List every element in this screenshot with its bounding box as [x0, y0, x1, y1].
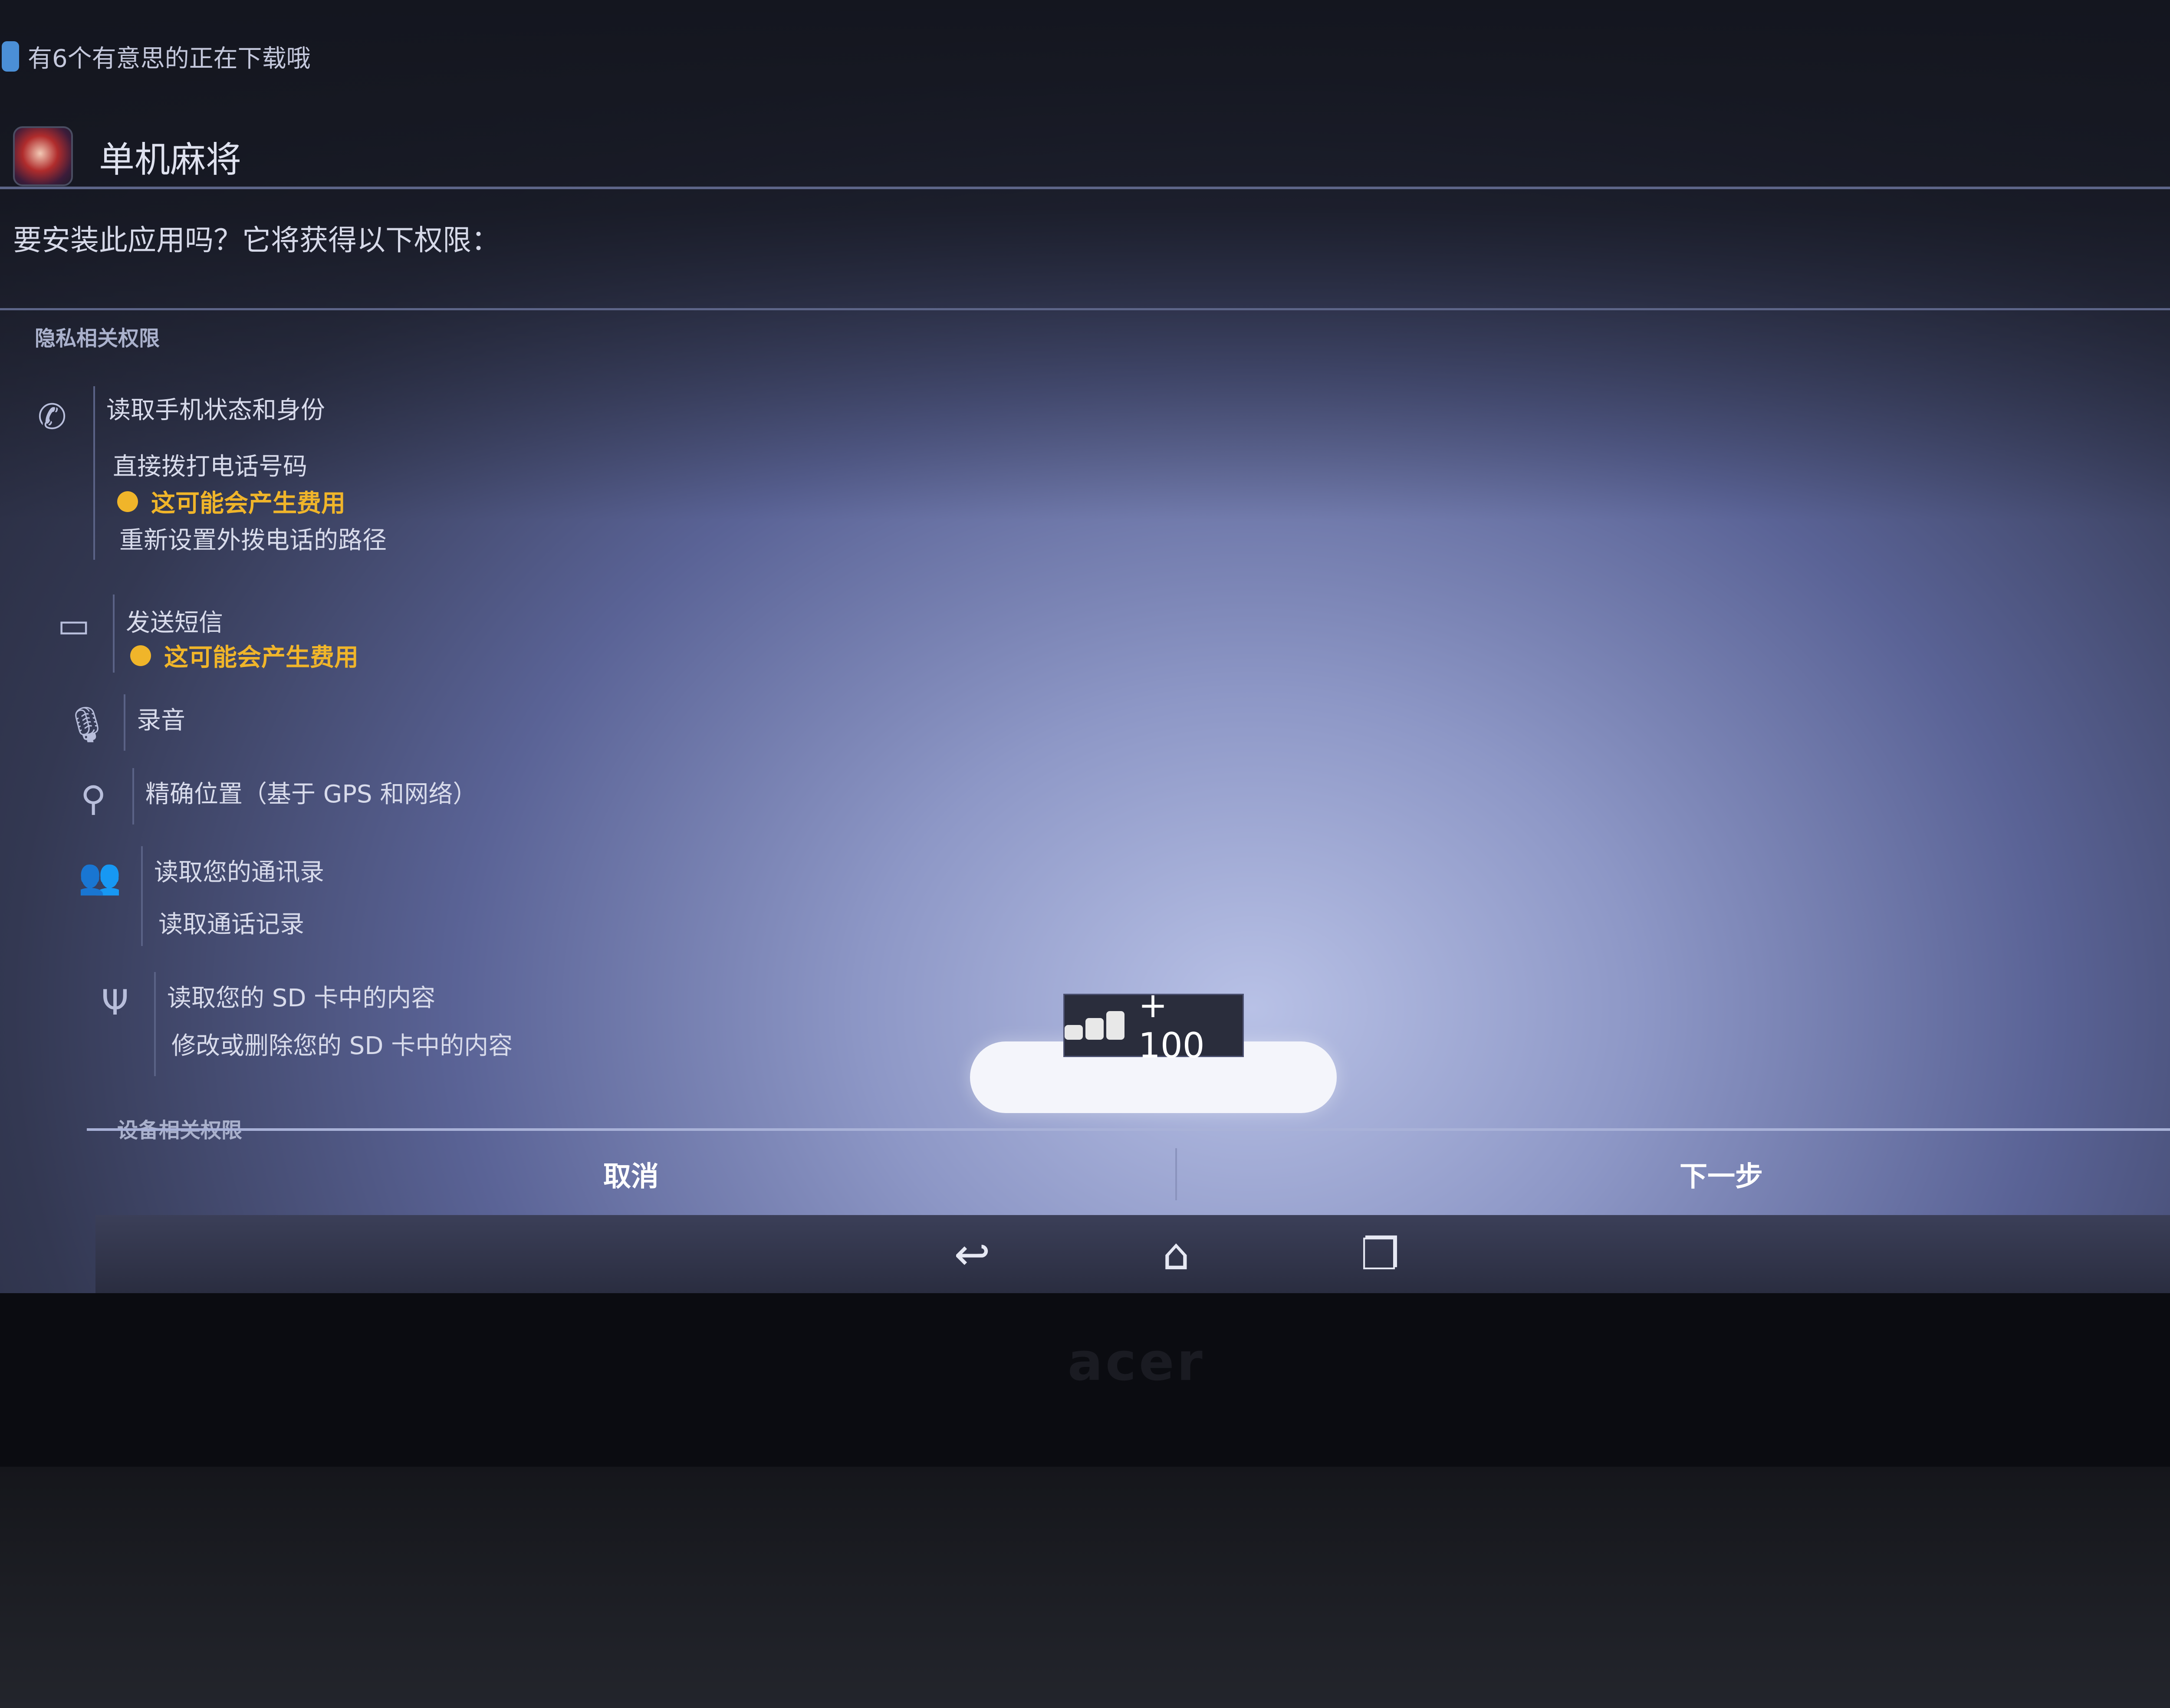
perm-cost-warning: 这可能会产生费用 — [117, 484, 345, 519]
perm-read-call-log: 读取通话记录 — [158, 910, 304, 939]
coin-warning-icon — [130, 645, 151, 666]
back-icon[interactable]: ↩ — [940, 1228, 1005, 1280]
coin-warning-icon — [117, 491, 138, 512]
perm-read-phone-state: 读取手机状态和身份 — [106, 396, 325, 424]
notification-text: 有6个有意思的正在下载哦 — [28, 44, 311, 73]
group-line — [124, 694, 125, 751]
group-line — [141, 846, 143, 946]
navigation-bar: ↩ ⌂ ❐ — [95, 1215, 2170, 1293]
next-button[interactable]: 下一步 — [1177, 1131, 2170, 1218]
group-line — [113, 595, 115, 673]
phone-icon: ✆ — [37, 396, 67, 437]
perm-reroute-calls: 重新设置外拨电话的路径 — [119, 526, 387, 555]
perm-cost-warning: 这可能会产生费用 — [130, 638, 358, 673]
cost-warning-text: 这可能会产生费用 — [151, 489, 345, 518]
prompt-divider — [0, 308, 2170, 310]
group-line — [154, 972, 156, 1076]
cancel-button[interactable]: 取消 — [87, 1131, 1175, 1218]
perm-send-sms: 发送短信 — [126, 609, 223, 637]
download-notification-icon — [2, 41, 19, 72]
perm-read-contacts: 读取您的通讯录 — [154, 858, 324, 887]
device-screen: 有6个有意思的正在下载哦 单机麻将 要安装此应用吗？它将获得以下权限： 隐私相关… — [0, 0, 2170, 1293]
reward-popup: + 100 — [1063, 985, 1244, 1066]
group-line — [132, 768, 134, 824]
cost-warning-text: 这可能会产生费用 — [164, 644, 358, 672]
install-prompt: 要安装此应用吗？它将获得以下权限： — [13, 223, 500, 257]
home-icon[interactable]: ⌂ — [1144, 1228, 1209, 1280]
mahjong-app-icon — [13, 126, 73, 186]
app-title: 单机麻将 — [99, 139, 242, 181]
laptop-body — [0, 1467, 2170, 1708]
perm-call-phone: 直接拨打电话号码 — [113, 453, 307, 481]
people-icon: 👥 — [78, 856, 122, 897]
reward-text: + 100 — [1138, 985, 1205, 1066]
header-divider — [0, 187, 2170, 189]
status-bar: 有6个有意思的正在下载哦 — [0, 26, 2170, 87]
privacy-section-header: 隐私相关权限 — [35, 326, 160, 351]
perm-read-sd: 读取您的 SD 卡中的内容 — [167, 984, 436, 1012]
perm-modify-sd: 修改或删除您的 SD 卡中的内容 — [171, 1032, 513, 1060]
laptop-brand-logo: acer — [1068, 1332, 1205, 1393]
action-button-bar: 取消 下一步 — [87, 1128, 2170, 1218]
usb-icon: Ψ — [101, 982, 129, 1023]
coins-icon — [1065, 1011, 1127, 1040]
microphone-icon: 🎙 — [65, 704, 109, 745]
message-icon: ▭ — [57, 604, 90, 645]
recents-icon[interactable]: ❐ — [1348, 1228, 1413, 1280]
perm-precise-location: 精确位置（基于 GPS 和网络） — [145, 780, 477, 808]
perm-record-audio: 录音 — [137, 706, 185, 735]
group-line — [93, 386, 95, 560]
location-pin-icon: ⚲ — [80, 778, 106, 819]
